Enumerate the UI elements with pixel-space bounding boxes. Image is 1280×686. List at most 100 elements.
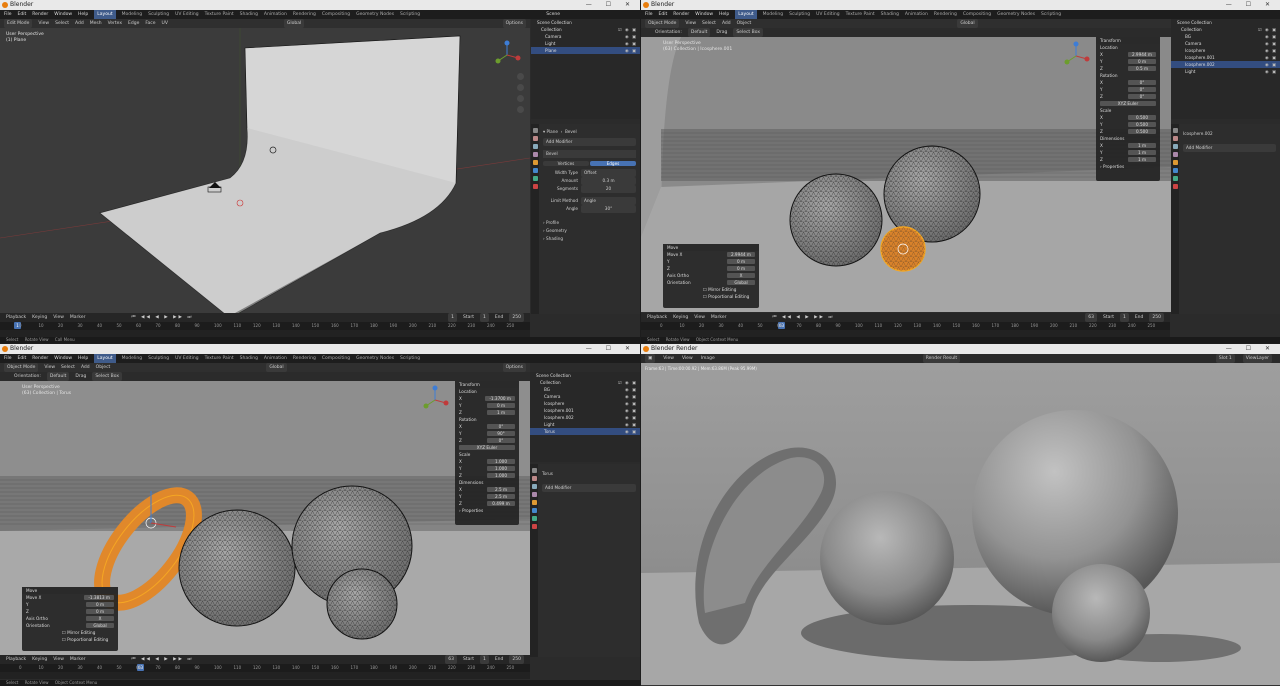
move-z-field[interactable]: 0 m [86, 609, 114, 614]
visibility-eye-icon[interactable]: ◉ ▣ [1265, 54, 1277, 61]
add-modifier-button[interactable]: Add Modifier [543, 138, 636, 146]
rotation-z-field[interactable]: 0° [487, 438, 515, 443]
header-menu-view[interactable]: View [663, 354, 674, 363]
dimensions-y-field[interactable]: 2.5 m [487, 494, 515, 499]
location-y-field[interactable]: 0 m [487, 403, 515, 408]
timeline-ruler[interactable]: 1 0 10 20 30 40 50 60 70 80 90 100 110 120 130 140 150 1… [0, 322, 530, 330]
menu-window[interactable]: Window [695, 10, 713, 19]
menu-window[interactable]: Window [54, 354, 72, 363]
move-y-field[interactable]: 0 m [86, 602, 114, 607]
affect-vertices-button[interactable]: Vertices [543, 161, 589, 166]
rotation-x-field[interactable]: 0° [1128, 80, 1156, 85]
add-modifier-button[interactable]: Add Modifier [542, 484, 636, 492]
workspace-tab-rendering[interactable]: Rendering [293, 354, 316, 363]
timeline-playback-menu[interactable]: Playback [6, 655, 26, 664]
outliner-scene-collection[interactable]: Scene Collection [531, 19, 640, 26]
visibility-eye-icon[interactable]: ◉ ▣ [625, 33, 637, 40]
header-menu-view-2[interactable]: View [682, 354, 693, 363]
modifier-tab-icon[interactable] [1172, 168, 1178, 173]
menu-help[interactable]: Help [78, 10, 88, 19]
data-tab-icon[interactable] [1172, 176, 1178, 181]
location-z-field[interactable]: 1 m [487, 410, 515, 415]
outliner-row[interactable]: BG ◉ ▣ [1171, 33, 1280, 40]
menu-render[interactable]: Render [673, 10, 689, 19]
zoom-icon[interactable] [517, 73, 524, 80]
output-tab-icon[interactable] [1172, 144, 1178, 149]
menu-edit[interactable]: Edit [18, 10, 27, 19]
header-menu-select[interactable]: Select [55, 19, 69, 28]
axis-ortho-dropdown[interactable]: X [86, 616, 114, 621]
select-box-dropdown[interactable]: Select Box [92, 372, 122, 381]
window-controls[interactable]: — ☐ ✕ [1226, 0, 1276, 10]
properties-subpanel[interactable]: › Properties [1096, 163, 1160, 170]
material-tab-icon[interactable] [532, 184, 538, 189]
output-tab-icon[interactable] [531, 484, 537, 489]
mirror-editing-checkbox[interactable]: ☐ Mirror Editing [22, 629, 118, 636]
playback-controls-icon[interactable]: ⏮ ◀◀ ◀ ▶ ▶▶ ⏭ [772, 313, 834, 322]
scale-x-field[interactable]: 1.000 [487, 459, 515, 464]
scale-z-field[interactable]: 1.000 [487, 473, 515, 478]
workspace-tab-compositing[interactable]: Compositing [322, 10, 350, 19]
editor-type-icon[interactable]: ▣ [645, 354, 656, 363]
3d-viewport[interactable]: User Perspective (63) Collection | Icosp… [641, 37, 1171, 312]
timeline-marker-menu[interactable]: Marker [711, 313, 727, 322]
workspace-tab-texture-paint[interactable]: Texture Paint [205, 354, 234, 363]
material-tab-icon[interactable] [1172, 184, 1178, 189]
modifier-tab-icon[interactable] [532, 168, 538, 173]
modifier-name-field[interactable]: Bevel [546, 151, 558, 156]
rotation-x-field[interactable]: 0° [487, 424, 515, 429]
end-frame-field[interactable]: 250 [509, 313, 524, 322]
visibility-eye-icon[interactable]: ◉ ▣ [625, 400, 637, 407]
menu-help[interactable]: Help [78, 354, 88, 363]
subpanel-geometry[interactable]: › Geometry [543, 227, 636, 235]
menu-help[interactable]: Help [719, 10, 729, 19]
scale-x-field[interactable]: 0.500 [1128, 115, 1156, 120]
dimensions-x-field[interactable]: 1 m [1128, 143, 1156, 148]
proportional-editing-checkbox[interactable]: ☐ Proportional Editing [22, 636, 118, 643]
outliner-row[interactable]: Icosphere ◉ ▣ [530, 400, 640, 407]
panel-header[interactable]: Transform [455, 381, 519, 388]
workspace-tab-shading[interactable]: Shading [240, 354, 258, 363]
location-y-field[interactable]: 0 m [1128, 59, 1156, 64]
workspace-tab-modeling[interactable]: Modeling [763, 10, 783, 19]
outliner-row-selected[interactable]: Torus ◉ ▣ [530, 428, 640, 435]
workspace-tab-compositing[interactable]: Compositing [963, 10, 991, 19]
orientation-dropdown[interactable]: Global [86, 623, 114, 628]
visibility-eye-icon[interactable]: ◉ ▣ [625, 47, 637, 54]
workspace-tab-uv-editing[interactable]: UV Editing [175, 10, 198, 19]
header-menu-uv[interactable]: UV [162, 19, 168, 28]
visibility-eye-icon[interactable]: ◉ ▣ [625, 407, 637, 414]
visibility-eye-icon[interactable]: ◉ ▣ [1265, 40, 1277, 47]
proportional-editing-checkbox[interactable]: ☐ Proportional Editing [663, 293, 759, 300]
angle-field[interactable]: 30° [581, 205, 636, 213]
workspace-tab-layout[interactable]: Layout [735, 10, 757, 19]
move-x-field[interactable]: 2.9944 m [726, 252, 755, 257]
current-frame-field[interactable]: 63 [445, 655, 457, 664]
visibility-eye-icon[interactable]: ◉ ▣ [1265, 61, 1277, 68]
visibility-eye-icon[interactable]: ◉ ▣ [1265, 68, 1277, 75]
header-menu-add[interactable]: Add [81, 363, 90, 372]
timeline-keying-menu[interactable]: Keying [32, 655, 47, 664]
outliner-row[interactable]: Light ◉ ▣ [530, 421, 640, 428]
timeline-ruler[interactable]: 63 0 10 20 30 40 50 60 70 80 90 100 110 120 130 140 150… [0, 664, 530, 672]
workspace-tab-sculpting[interactable]: Sculpting [789, 10, 810, 19]
menu-render[interactable]: Render [32, 10, 48, 19]
header-menu-face[interactable]: Face [145, 19, 155, 28]
visibility-eye-icon[interactable]: ◉ ▣ [625, 386, 637, 393]
object-tab-icon[interactable] [1172, 160, 1178, 165]
menu-window[interactable]: Window [54, 10, 72, 19]
axis-ortho-dropdown[interactable]: X [727, 273, 755, 278]
header-menu-select[interactable]: Select [61, 363, 75, 372]
header-menu-add[interactable]: Add [75, 19, 84, 28]
header-menu-select[interactable]: Select [702, 19, 716, 28]
dimensions-z-field[interactable]: 0.499 m [487, 501, 515, 506]
outliner-row[interactable]: Camera ◉ ▣ [531, 33, 640, 40]
panel-header[interactable]: Move [663, 244, 759, 251]
location-x-field[interactable]: -1.3700 m [485, 396, 515, 401]
workspace-tab-uv-editing[interactable]: UV Editing [816, 10, 839, 19]
render-tab-icon[interactable] [1172, 136, 1178, 141]
outliner-row[interactable]: Icosphere.001 ◉ ▣ [1171, 54, 1280, 61]
render-result-selector[interactable]: Render Result [922, 354, 961, 363]
3d-viewport[interactable]: User Perspective (1) Plane [0, 28, 530, 313]
scene-tab-icon[interactable] [1172, 152, 1178, 157]
